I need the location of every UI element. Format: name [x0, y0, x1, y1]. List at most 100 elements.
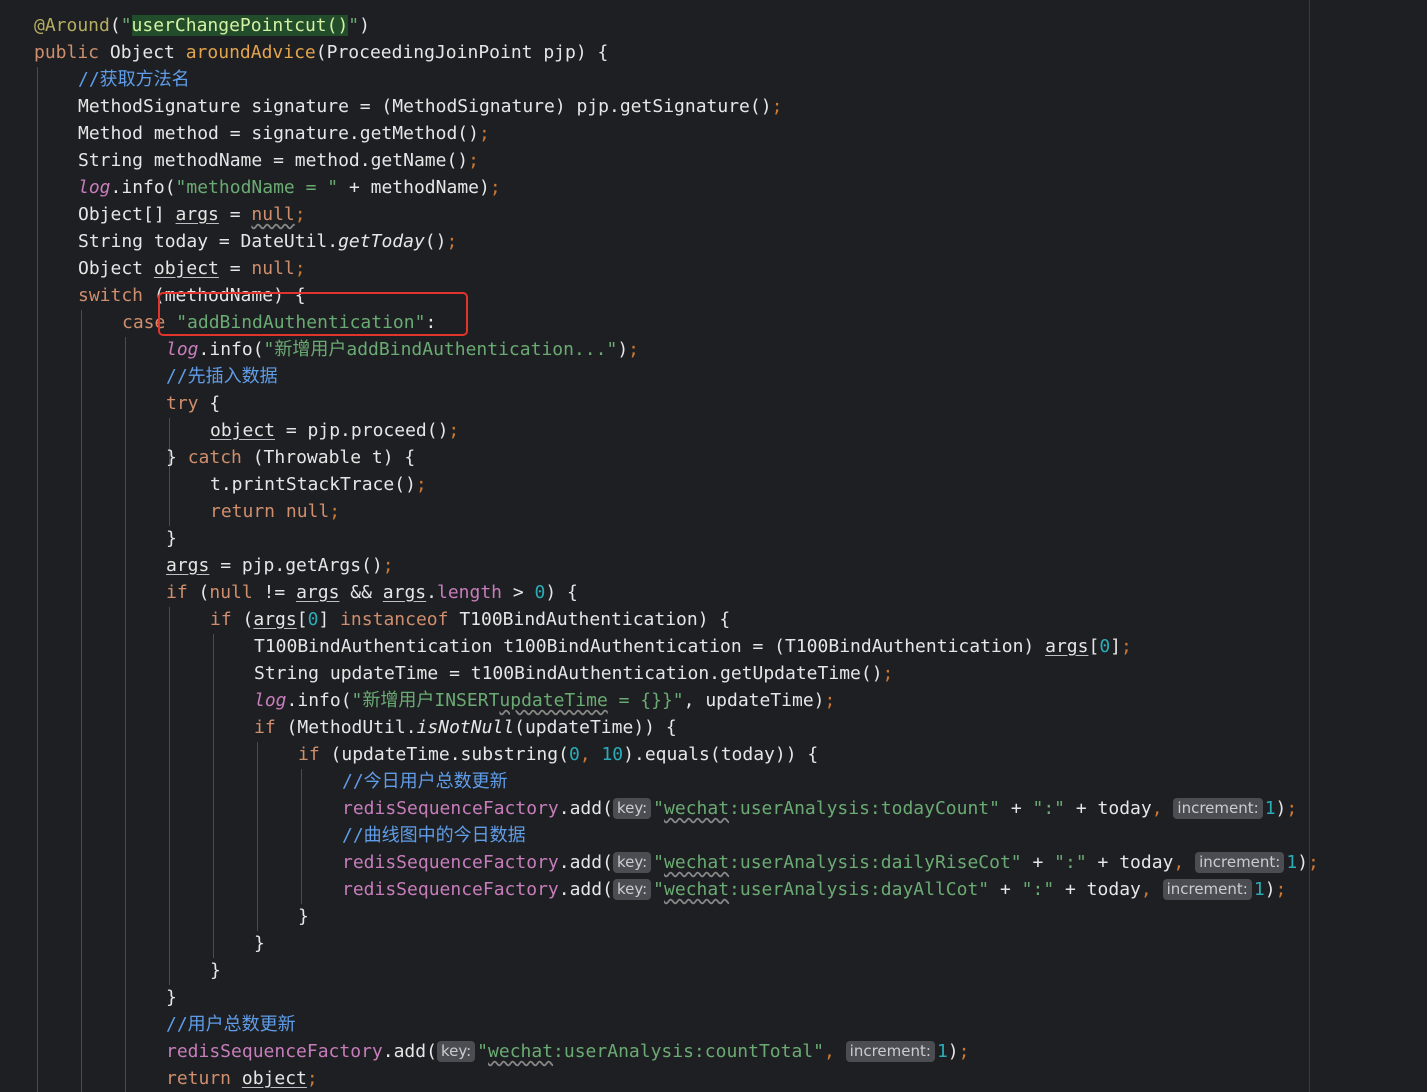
- code-line[interactable]: T100BindAuthentication t100BindAuthentic…: [254, 633, 1132, 660]
- code-line[interactable]: public Object aroundAdvice(ProceedingJoi…: [34, 39, 608, 66]
- code-token: log: [254, 690, 287, 711]
- code-token: .info(: [198, 339, 264, 360]
- code-line[interactable]: return null;: [210, 498, 340, 525]
- code-line[interactable]: redisSequenceFactory.add(key: "wechat:use…: [166, 1038, 969, 1065]
- code-token: ;: [382, 555, 394, 576]
- code-line[interactable]: //获取方法名: [78, 66, 190, 93]
- code-token: ,: [1151, 798, 1174, 819]
- indent-guide: [213, 634, 214, 958]
- code-token: ,: [579, 744, 602, 765]
- code-token: ,: [1140, 879, 1163, 900]
- code-token: aroundAdvice: [185, 42, 316, 63]
- code-token: + methodName): [338, 177, 490, 198]
- code-token: = {}}": [607, 690, 684, 711]
- code-token: (updateTime.substring(: [330, 744, 569, 765]
- code-token: 1: [1264, 798, 1276, 819]
- code-line[interactable]: log.info("methodName = " + methodName);: [78, 174, 501, 201]
- code-line[interactable]: if (null != args && args.length > 0) {: [166, 579, 578, 606]
- code-token: (: [109, 15, 121, 36]
- code-line[interactable]: //用户总数更新: [166, 1011, 296, 1038]
- code-line[interactable]: if (args[0] instanceof T100BindAuthentic…: [210, 606, 730, 633]
- code-line[interactable]: @Around("userChangePointcut()"): [34, 12, 370, 39]
- code-token: ;: [294, 258, 306, 279]
- code-token: }: [166, 987, 177, 1008]
- code-token: if: [254, 717, 287, 738]
- code-editor[interactable]: @Around("userChangePointcut()") public Ob…: [0, 0, 1427, 1092]
- code-line[interactable]: log.info("新增用户INSERTupdateTime = {}}", u…: [254, 687, 835, 714]
- code-token: updateTime: [499, 690, 608, 711]
- code-line[interactable]: try {: [166, 390, 220, 417]
- code-line[interactable]: }: [166, 525, 177, 552]
- code-token: ;: [628, 339, 639, 360]
- code-token: log: [166, 339, 199, 360]
- code-line[interactable]: if (MethodUtil.isNotNull(updateTime)) {: [254, 714, 677, 741]
- code-line[interactable]: } catch (Throwable t) {: [166, 444, 415, 471]
- code-token: ): [1275, 798, 1287, 819]
- code-line[interactable]: t.printStackTrace();: [210, 471, 427, 498]
- code-token: [: [296, 609, 308, 630]
- code-line[interactable]: redisSequenceFactory.add(key: "wechat:use…: [342, 849, 1319, 876]
- code-line[interactable]: switch (methodName) {: [78, 282, 306, 309]
- parameter-hint: key:: [612, 852, 652, 873]
- code-line[interactable]: return object;: [166, 1065, 318, 1092]
- code-line[interactable]: String updateTime = t100BindAuthenticati…: [254, 660, 893, 687]
- code-line[interactable]: String today = DateUtil.getToday();: [78, 228, 457, 255]
- code-token: 1: [936, 1041, 948, 1062]
- code-token: ;: [468, 150, 479, 171]
- parameter-hint: key:: [436, 1041, 476, 1062]
- code-token: case: [122, 312, 177, 333]
- code-line[interactable]: Method method = signature.getMethod();: [78, 120, 490, 147]
- code-token: }: [298, 906, 309, 927]
- code-line[interactable]: args = pjp.getArgs();: [166, 552, 394, 579]
- code-token: return: [166, 1068, 242, 1089]
- code-token: !=: [263, 582, 297, 603]
- code-token: ": [653, 798, 665, 819]
- code-token: args: [253, 609, 297, 630]
- code-line[interactable]: String methodName = method.getName();: [78, 147, 479, 174]
- code-token: null: [209, 582, 264, 603]
- code-token: "addBindAuthentication": [176, 312, 426, 333]
- code-token: }: [166, 528, 177, 549]
- code-line[interactable]: }: [210, 957, 221, 984]
- indent-guide: [125, 337, 126, 1092]
- code-line[interactable]: //先插入数据: [166, 363, 278, 390]
- code-token: .info(: [286, 690, 352, 711]
- parameter-hint: increment:: [1162, 879, 1252, 900]
- code-token: ;: [415, 474, 427, 495]
- code-token: wechat: [664, 879, 730, 900]
- code-line[interactable]: redisSequenceFactory.add(key: "wechat:use…: [342, 876, 1286, 903]
- code-token: ;: [329, 501, 341, 522]
- code-token: [: [1088, 636, 1100, 657]
- code-line[interactable]: Object[] args = null;: [78, 201, 306, 228]
- code-token: .add(: [558, 879, 613, 900]
- parameter-hint: key:: [612, 879, 652, 900]
- code-line[interactable]: redisSequenceFactory.add(key: "wechat:use…: [342, 795, 1297, 822]
- code-line[interactable]: }: [166, 984, 177, 1011]
- code-token: ]: [318, 609, 341, 630]
- code-line[interactable]: }: [254, 930, 265, 957]
- code-line[interactable]: log.info("新增用户addBindAuthentication...")…: [166, 336, 639, 363]
- code-token: =: [218, 204, 252, 225]
- code-token: MethodSignature signature = (MethodSigna…: [78, 96, 772, 117]
- code-line[interactable]: case "addBindAuthentication":: [122, 309, 436, 336]
- code-token: :userAnalysis:dayAllCot": [729, 879, 990, 900]
- code-token: .add(: [558, 798, 613, 819]
- code-token: //用户总数更新: [166, 1014, 296, 1035]
- code-line[interactable]: //曲线图中的今日数据: [342, 822, 526, 849]
- code-token: +: [999, 798, 1033, 819]
- code-line[interactable]: object = pjp.proceed();: [210, 417, 459, 444]
- code-line[interactable]: }: [298, 903, 309, 930]
- code-token: wechat: [664, 852, 730, 873]
- code-token: args: [166, 555, 210, 576]
- code-token: ;: [824, 690, 836, 711]
- code-token: &&: [339, 582, 383, 603]
- code-line[interactable]: //今日用户总数更新: [342, 768, 508, 795]
- code-token: ): [1297, 852, 1309, 873]
- code-token: //先插入数据: [166, 366, 278, 387]
- code-token: ": [477, 1041, 489, 1062]
- code-token: 0: [1099, 636, 1111, 657]
- code-line[interactable]: if (updateTime.substring(0, 10).equals(t…: [298, 741, 818, 768]
- code-line[interactable]: MethodSignature signature = (MethodSigna…: [78, 93, 782, 120]
- code-line[interactable]: Object object = null;: [78, 255, 306, 282]
- code-token: +: [1021, 852, 1055, 873]
